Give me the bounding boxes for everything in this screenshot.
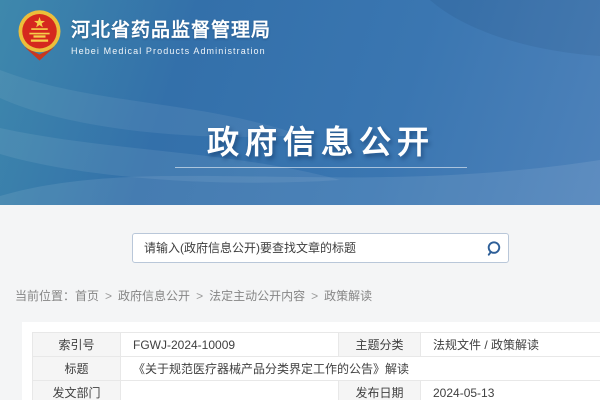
field-value-topic-category: 法规文件 / 政策解读 — [421, 333, 600, 357]
site-subtitle: Hebei Medical Products Administration — [71, 46, 271, 56]
breadcrumb: 当前位置：首页 > 政府信息公开 > 法定主动公开内容 > 政策解读 — [15, 287, 372, 304]
field-value-title: 《关于规范医疗器械产品分类界定工作的公告》解读 — [121, 357, 600, 381]
field-label-publish-date: 发布日期 — [339, 381, 421, 400]
site-header-logo[interactable]: 河北省药品监督管理局 Hebei Medical Products Admini… — [17, 9, 271, 61]
document-info-table: 索引号 FGWJ-2024-10009 主题分类 法规文件 / 政策解读 标题 … — [32, 332, 600, 400]
breadcrumb-separator: > — [196, 289, 203, 303]
breadcrumb-separator: > — [311, 289, 318, 303]
site-titles: 河北省药品监督管理局 Hebei Medical Products Admini… — [71, 15, 271, 56]
search-input[interactable] — [133, 234, 478, 262]
table-row: 发文部门 发布日期 2024-05-13 — [33, 381, 600, 400]
site-title: 河北省药品监督管理局 — [71, 15, 271, 42]
breadcrumb-link-statutory-disclosure[interactable]: 法定主动公开内容 — [209, 289, 305, 303]
hero-banner: 河北省药品监督管理局 Hebei Medical Products Admini… — [0, 0, 600, 205]
field-label-title: 标题 — [33, 357, 121, 381]
table-row: 索引号 FGWJ-2024-10009 主题分类 法规文件 / 政策解读 — [33, 333, 600, 357]
breadcrumb-link-policy-interpretation[interactable]: 政策解读 — [324, 289, 372, 303]
field-value-issuing-department — [121, 381, 339, 400]
field-value-index-number: FGWJ-2024-10009 — [121, 333, 339, 357]
table-row: 标题 《关于规范医疗器械产品分类界定工作的公告》解读 — [33, 357, 600, 381]
field-label-topic-category: 主题分类 — [339, 333, 421, 357]
field-label-index-number: 索引号 — [33, 333, 121, 357]
content-area: 当前位置：首页 > 政府信息公开 > 法定主动公开内容 > 政策解读 索引号 FGWJ-20… — [0, 205, 600, 400]
document-info-card: 索引号 FGWJ-2024-10009 主题分类 法规文件 / 政策解读 标题 … — [22, 322, 600, 400]
breadcrumb-separator: > — [105, 289, 112, 303]
banner-title-wrap: 政府信息公开 — [0, 117, 600, 163]
field-label-issuing-department: 发文部门 — [33, 381, 121, 400]
field-value-publish-date: 2024-05-13 — [421, 381, 600, 400]
banner-underline — [175, 167, 467, 168]
page-title: 政府信息公开 — [207, 117, 435, 163]
search-icon[interactable] — [478, 234, 508, 262]
breadcrumb-prefix: 当前位置： — [15, 289, 75, 303]
breadcrumb-link-gov-info[interactable]: 政府信息公开 — [118, 289, 190, 303]
search-box[interactable] — [132, 233, 509, 263]
national-emblem-icon — [17, 9, 62, 61]
breadcrumb-link-home[interactable]: 首页 — [75, 289, 99, 303]
